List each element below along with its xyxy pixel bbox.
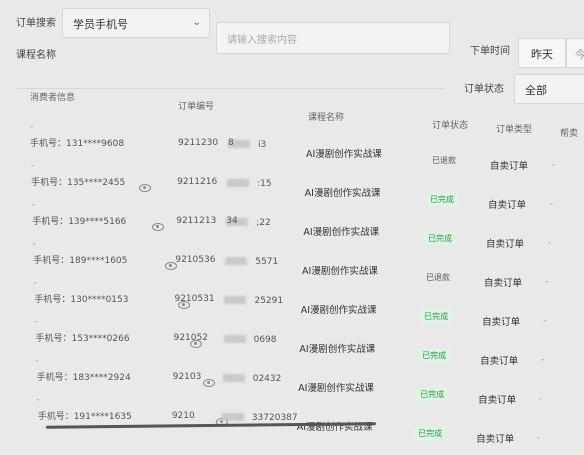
order-time-label: 下单时间 <box>470 46 510 57</box>
row-marker: - <box>30 122 34 132</box>
order-number-suffix: :15 <box>257 179 272 189</box>
order-search-label: 订单搜索 <box>16 18 56 29</box>
date-today-label: 今 <box>575 48 584 61</box>
status-badge: 已完成 <box>424 232 457 245</box>
consumer-phone: 手机号：131****9608 <box>30 139 125 149</box>
row-marker: - <box>34 317 38 327</box>
course-name-label: 课程名称 <box>16 50 56 61</box>
redacted-block <box>223 335 246 343</box>
row-trailing-dash: - <box>541 355 545 365</box>
date-yesterday-label: 昨天 <box>531 48 553 61</box>
row-trailing-dash: - <box>549 199 554 209</box>
course-name: AI漫剧创作实战课 <box>302 266 378 277</box>
order-number-prefix: 9211216 <box>177 177 218 187</box>
status-badge: 已完成 <box>420 310 453 323</box>
search-type-value: 学员手机号 <box>73 18 128 31</box>
order-type: 自卖订单 <box>486 239 525 250</box>
order-number-suffix: 0698 <box>253 335 277 345</box>
header-type: 订单类型 <box>496 125 533 135</box>
consumer-phone: 手机号：183****2924 <box>36 373 131 383</box>
redacted-block <box>222 374 245 382</box>
order-number-prefix: 9211213 <box>176 216 217 226</box>
row-marker: - <box>30 161 35 171</box>
row-trailing-dash: - <box>536 433 540 443</box>
order-status-select[interactable]: 全部 <box>514 74 584 104</box>
status-badge: 已完成 <box>426 193 459 206</box>
order-number-prefix: 9210531 <box>174 294 215 304</box>
row-trailing-dash: - <box>543 316 547 326</box>
redacted-block <box>225 257 248 265</box>
status-badge: 已完成 <box>418 349 451 362</box>
order-type: 自卖订单 <box>488 200 527 211</box>
date-today-button[interactable]: 今 <box>566 38 584 68</box>
order-number-suffix: ;22 <box>256 218 271 228</box>
header-order-no: 订单编号 <box>178 102 215 112</box>
order-number-prefix: 9211230 <box>178 138 219 148</box>
order-number-suffix: 02432 <box>252 374 282 384</box>
header-status: 订单状态 <box>432 121 469 131</box>
status-badge: 已退款 <box>426 273 451 282</box>
course-name: AI漫剧创作实战课 <box>296 422 373 433</box>
order-type: 自卖订单 <box>476 434 515 445</box>
order-number-suffix: 25291 <box>254 296 284 306</box>
consumer-phone: 手机号：130****0153 <box>34 295 129 305</box>
row-trailing-dash: - <box>545 277 549 287</box>
row-marker: - <box>33 278 37 288</box>
row-trailing-dash: - <box>538 394 543 404</box>
order-number-mid: 8 <box>228 138 234 148</box>
redacted-block <box>224 296 247 304</box>
date-yesterday-button[interactable]: 昨天 <box>518 38 566 68</box>
row-marker: - <box>32 239 36 249</box>
eye-icon[interactable] <box>203 378 216 387</box>
row-trailing-dash: - <box>552 160 556 170</box>
order-number-mid: 34 <box>226 216 238 226</box>
order-type: 自卖订单 <box>484 278 523 289</box>
consumer-phone: 手机号：139****5166 <box>32 217 127 227</box>
consumer-phone: 手机号：153****0266 <box>35 334 130 344</box>
order-type: 自卖订单 <box>490 161 529 172</box>
order-number-suffix: 33720387 <box>251 413 298 423</box>
row-marker: - <box>36 395 40 405</box>
order-number-prefix: 9210536 <box>175 255 216 265</box>
search-input-placeholder: 请输入搜索内容 <box>227 35 297 46</box>
order-status-value: 全部 <box>525 84 547 97</box>
order-number-suffix: 5571 <box>255 257 279 267</box>
order-type: 自卖订单 <box>478 395 517 406</box>
status-badge: 已完成 <box>416 388 449 401</box>
row-trailing-dash: - <box>547 238 551 248</box>
status-badge: 已完成 <box>414 427 447 440</box>
eye-icon[interactable] <box>138 183 151 192</box>
chevron-down-icon: ⌄ <box>192 17 201 28</box>
header-helper: 帮卖 <box>560 129 579 139</box>
row-marker: - <box>35 356 39 366</box>
header-course: 课程名称 <box>308 113 345 123</box>
eye-icon[interactable] <box>151 222 164 231</box>
header-consumer: 消费者信息 <box>30 93 76 103</box>
status-badge: 已退款 <box>432 156 456 165</box>
order-number-prefix: 921052 <box>173 333 208 343</box>
course-name: AI漫剧创作实战课 <box>303 227 380 238</box>
order-type: 自卖订单 <box>480 356 519 367</box>
course-name: AI漫剧创作实战课 <box>304 188 381 199</box>
order-type: 自卖订单 <box>482 317 521 328</box>
consumer-phone: 手机号：189****1605 <box>33 256 128 266</box>
order-status-label: 订单状态 <box>464 84 504 95</box>
order-number-prefix: 9210 <box>171 411 195 421</box>
consumer-phone: 手机号：191****1635 <box>37 412 132 422</box>
order-number-suffix: i3 <box>258 140 267 150</box>
course-name: AI漫剧创作实战课 <box>299 344 376 355</box>
row-marker: - <box>31 200 35 210</box>
redacted-block <box>221 413 244 421</box>
order-number-prefix: 92103 <box>172 372 202 382</box>
course-name-input[interactable] <box>14 60 444 89</box>
course-name: AI漫剧创作实战课 <box>300 305 377 316</box>
course-name: AI漫剧创作实战课 <box>306 149 382 160</box>
search-input[interactable]: 请输入搜索内容 <box>216 22 450 54</box>
search-type-select[interactable]: 学员手机号 ⌄ <box>62 8 210 38</box>
redacted-block <box>227 179 250 187</box>
consumer-phone: 手机号：135****2455 <box>31 178 126 188</box>
course-name: AI漫剧创作实战课 <box>298 383 374 394</box>
